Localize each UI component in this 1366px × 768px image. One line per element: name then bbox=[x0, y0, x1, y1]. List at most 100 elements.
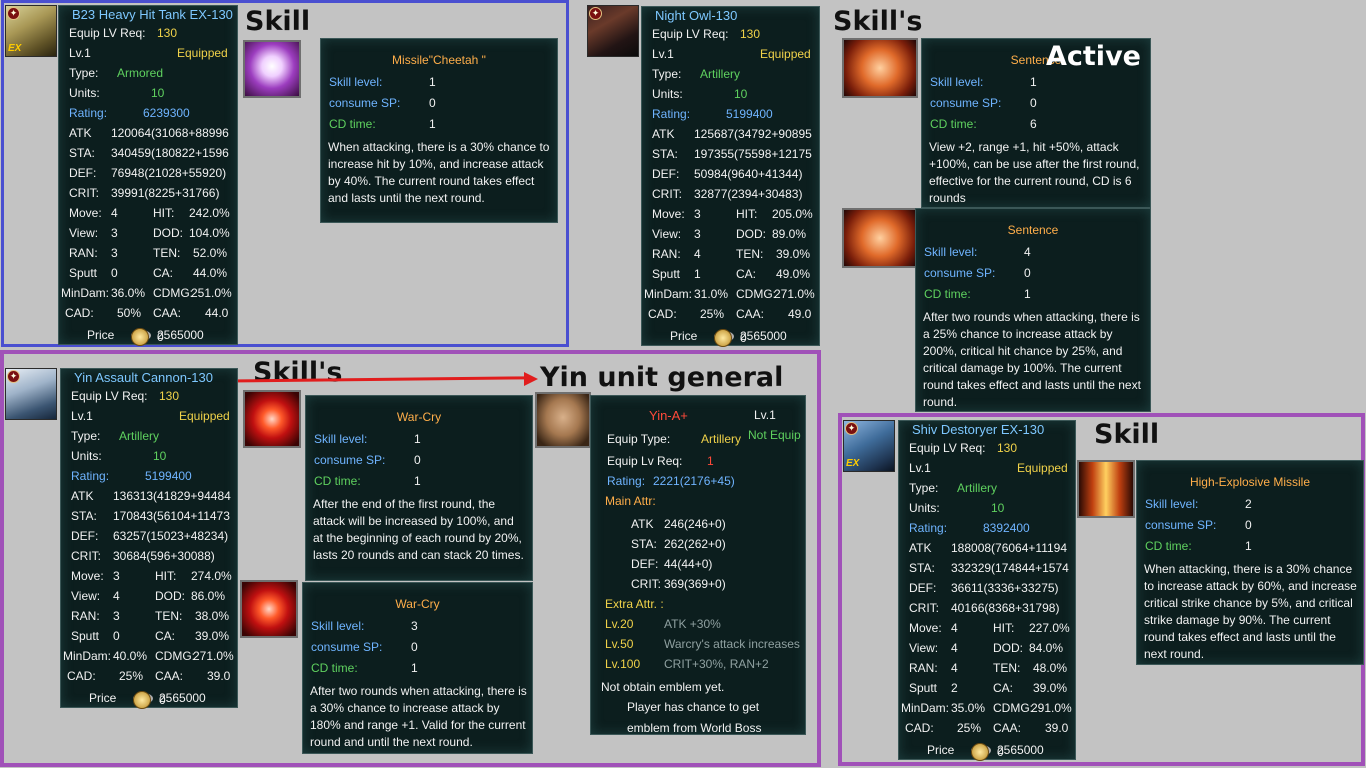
sta-value: 332329(174844+1574 bbox=[951, 561, 1069, 575]
shiv-thumbnail[interactable]: ✦ EX bbox=[843, 420, 895, 472]
cd-time-value: 6 bbox=[1030, 117, 1037, 131]
units-value: 10 bbox=[153, 449, 167, 463]
general-main-attr: Main Attr: bbox=[605, 494, 656, 508]
skill-panel-missile-cheetah: Missile"Cheetah " Skill level: 1 consume SP… bbox=[320, 38, 558, 223]
move-value: 3 bbox=[694, 207, 701, 221]
stat-row: STA: 197355(75598+12175 bbox=[652, 145, 817, 164]
equip-req-label: Equip LV Req: bbox=[909, 441, 986, 455]
stat-row: Type: Artillery bbox=[652, 65, 817, 84]
skill-name: War-Cry bbox=[395, 597, 440, 611]
type-label: Type: bbox=[652, 67, 682, 81]
atk-label: ATK bbox=[909, 541, 932, 555]
atk-label: ATK bbox=[652, 127, 675, 141]
stat-row: DEF: 36611(3336+33275) bbox=[909, 579, 1073, 598]
heading-tank-skill: Skill bbox=[245, 6, 311, 37]
high-explosive-missile-skill-icon[interactable] bbox=[1077, 460, 1135, 518]
stat-row: RAN: 3 TEN: 52.0% bbox=[69, 244, 235, 263]
stat-row: MinDam: 35.0% CDMG: 291.0% bbox=[901, 699, 1073, 718]
units-value: 10 bbox=[734, 87, 748, 101]
price-value: 2565000 bbox=[159, 691, 206, 705]
move-value: 3 bbox=[113, 569, 120, 583]
mindam-value: 31.0% bbox=[694, 287, 729, 301]
stat-row: Lv.1 Equipped bbox=[909, 459, 1073, 478]
general-extra-lv-50: Lv.50 bbox=[605, 637, 634, 651]
stat-row: View: 3 DOD: 89.0% bbox=[652, 225, 817, 244]
equip-req-value: 130 bbox=[157, 26, 178, 40]
price-value: 2565000 bbox=[997, 743, 1044, 757]
cad-label: CAD: bbox=[905, 721, 934, 735]
ran-value: 4 bbox=[694, 247, 701, 261]
war-cry-skill-icon[interactable] bbox=[243, 390, 301, 448]
cd-time-label: CD time: bbox=[924, 287, 971, 301]
view-value: 3 bbox=[111, 226, 118, 240]
shiv-stats-panel: Shiv Destoryer EX-130 Equip LV Req: 130 Lv.… bbox=[898, 420, 1076, 761]
unit-name: Shiv Destoryer EX-130 bbox=[912, 422, 1045, 437]
rank-badge-icon: ✦ bbox=[845, 422, 858, 435]
caa-label: CAA: bbox=[993, 721, 1022, 735]
ca-label: CA: bbox=[155, 629, 176, 643]
tank-thumbnail[interactable]: ✦ EX bbox=[5, 5, 57, 57]
stat-row: Equip LV Req: 130 bbox=[71, 387, 235, 406]
hit-value: 274.0% bbox=[191, 569, 232, 583]
stat-row: View: 3 DOD: 104.0% bbox=[69, 224, 235, 243]
sputt-label: Sputt bbox=[909, 681, 938, 695]
war-cry-skill-icon-2[interactable] bbox=[240, 580, 298, 638]
def-value: 63257(15023+48234) bbox=[113, 529, 229, 543]
cannon-thumbnail[interactable]: ✦ bbox=[5, 368, 57, 420]
ca-value: 44.0% bbox=[193, 266, 228, 280]
stat-row: Type: Armored bbox=[69, 64, 235, 83]
missile-cheetah-skill-icon[interactable] bbox=[243, 40, 301, 98]
rank-badge-icon: ✦ bbox=[7, 7, 20, 20]
general-extra-text-50: Warcry's attack increases bbox=[664, 637, 800, 651]
mindam-value: 36.0% bbox=[111, 286, 146, 300]
ca-value: 49.0% bbox=[776, 267, 811, 281]
stat-row: RAN: 4 TEN: 48.0% bbox=[909, 659, 1073, 678]
sentence-skill-icon-2[interactable] bbox=[842, 208, 918, 268]
ten-value: 52.0% bbox=[193, 246, 228, 260]
stat-row: Rating: 6239300 bbox=[69, 104, 235, 123]
medal-icon bbox=[714, 329, 732, 347]
general-extra-lv-100: Lv.100 bbox=[605, 657, 641, 671]
ca-label: CA: bbox=[993, 681, 1014, 695]
dod-value: 86.0% bbox=[191, 589, 226, 603]
level: Lv.1 bbox=[69, 46, 91, 60]
skill-description: When attacking, there is a 30% chance to… bbox=[328, 140, 550, 205]
units-value: 10 bbox=[151, 86, 165, 100]
general-equip-type: Artillery bbox=[701, 432, 742, 446]
stat-row: Units: 10 bbox=[909, 499, 1073, 518]
skill-panel-sentence-2: Sentence Skill level: 4 consume SP: 0 CD time… bbox=[915, 208, 1151, 412]
stat-row: Equip LV Req: 130 bbox=[652, 25, 817, 44]
skill-description: View +2, range +1, hit +50%, attack +100… bbox=[929, 140, 1140, 205]
sentence-skill-icon[interactable] bbox=[842, 38, 918, 98]
stat-row: CAD: 25% CAA: 39.0 bbox=[67, 667, 235, 686]
general-name: Yin-A+ bbox=[649, 408, 688, 423]
general-crit: 369(369+0) bbox=[664, 577, 726, 591]
general-portrait[interactable] bbox=[535, 392, 591, 448]
stat-row: STA: 340459(180822+1596 bbox=[69, 144, 235, 163]
def-value: 36611(3336+33275) bbox=[951, 581, 1059, 595]
def-label: DEF: bbox=[909, 581, 937, 595]
def-value: 50984(9640+41344) bbox=[694, 167, 803, 181]
stat-row: Lv.1 Equipped bbox=[652, 45, 817, 64]
owl-thumbnail[interactable]: ✦ bbox=[587, 5, 639, 57]
unit-name: B23 Heavy Hit Tank EX-130 bbox=[72, 7, 233, 22]
general-level: Lv.1 bbox=[754, 408, 776, 422]
ex-badge-icon: EX bbox=[8, 43, 22, 54]
dod-value: 84.0% bbox=[1029, 641, 1064, 655]
hit-value: 227.0% bbox=[1029, 621, 1070, 635]
general-panel: Yin-A+ Lv.1 Equip Type: Artillery Not Eq… bbox=[590, 395, 806, 735]
skill-description: After the end of the first round, the at… bbox=[313, 497, 524, 562]
stat-row: DEF: 76948(21028+55920) bbox=[69, 164, 235, 183]
sputt-label: Sputt bbox=[652, 267, 681, 281]
sputt-value: 0 bbox=[113, 629, 120, 643]
skill-name: High-Explosive Missile bbox=[1189, 475, 1311, 489]
skill-description: After two rounds when attacking, there i… bbox=[310, 684, 527, 749]
level: Lv.1 bbox=[71, 409, 93, 423]
mindam-label: MinDam: bbox=[644, 287, 693, 301]
consume-sp-value: 0 bbox=[1024, 266, 1031, 280]
stat-row: MinDam: 36.0% CDMG: 251.0% bbox=[61, 284, 235, 303]
ca-value: 39.0% bbox=[195, 629, 230, 643]
caa-label: CAA: bbox=[736, 307, 765, 321]
cdmg-value: 271.0% bbox=[774, 287, 815, 301]
units-label: Units: bbox=[652, 87, 683, 101]
